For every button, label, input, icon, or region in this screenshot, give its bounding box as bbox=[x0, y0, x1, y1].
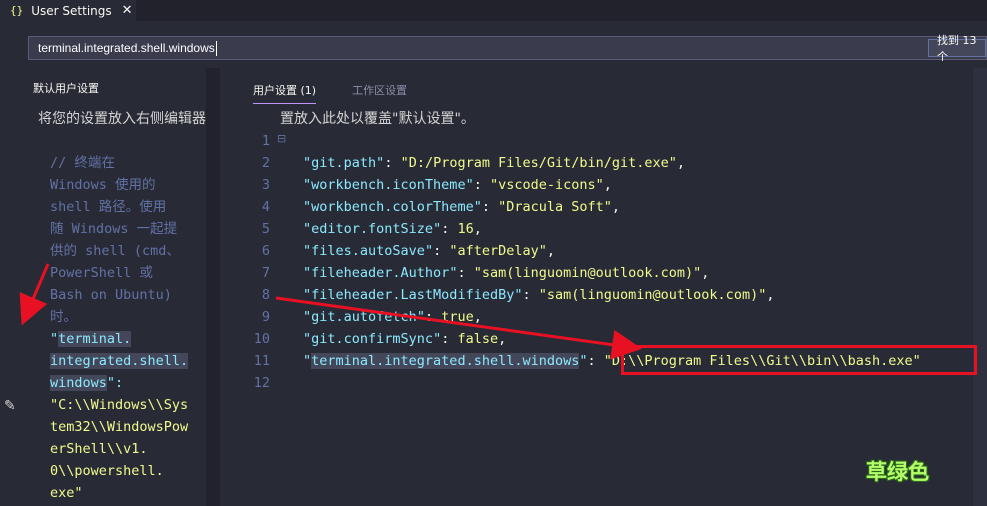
annotation-highlight-box bbox=[621, 345, 977, 375]
default-key-line: windows": bbox=[50, 375, 124, 391]
setting-line: "git.autofetch": true, bbox=[303, 309, 482, 325]
line-number: 9 bbox=[261, 309, 270, 325]
editor-tab-bar: {} User Settings ✕ bbox=[0, 0, 987, 21]
brace-line bbox=[303, 130, 921, 152]
empty-line bbox=[303, 372, 921, 394]
search-value: terminal.integrated.shell.windows bbox=[38, 41, 215, 55]
default-settings-hint: 将您的设置放入右侧编辑器 bbox=[38, 111, 206, 127]
user-settings-pane: 用户设置 (1) 工作区设置 置放入此处以覆盖"默认设置"。 1 2 3 4 5… bbox=[220, 68, 987, 506]
comment-line: Bash on Ubuntu) bbox=[50, 287, 172, 303]
line-number: 5 bbox=[261, 221, 270, 237]
setting-line: "fileheader.LastModifiedBy": "sam(linguo… bbox=[303, 287, 775, 303]
line-number: 6 bbox=[261, 243, 270, 259]
default-settings-header: 默认用户设置 bbox=[33, 82, 99, 95]
line-number: 8 bbox=[261, 287, 270, 303]
line-number: 11 bbox=[253, 353, 270, 369]
fold-icon[interactable]: ⊟ bbox=[277, 132, 286, 145]
highlighted-key-part: windows bbox=[50, 375, 107, 391]
comment-line: 供的 shell (cmd、 bbox=[50, 243, 180, 259]
line-number: 10 bbox=[253, 331, 270, 347]
comment-line: shell 路径。使用 bbox=[50, 199, 167, 215]
comment-line: // 终端在 bbox=[50, 155, 115, 171]
close-icon[interactable]: ✕ bbox=[122, 3, 133, 18]
tab-title: User Settings bbox=[31, 3, 112, 18]
comment-line: 时。 bbox=[50, 309, 77, 325]
watermark-text: 草绿色 bbox=[866, 460, 929, 484]
highlighted-key-part: integrated.shell. bbox=[50, 353, 189, 369]
default-key-line: "terminal. bbox=[50, 331, 132, 347]
setting-line: "git.path": "D:/Program Files/Git/bin/gi… bbox=[303, 155, 686, 171]
comment-line: 随 Windows 一起提 bbox=[50, 221, 178, 237]
line-number-gutter: 1 2 3 4 5 6 7 8 9 10 11 12 bbox=[240, 130, 270, 394]
search-result-count: 找到 13 个 bbox=[928, 34, 986, 63]
setting-line: "fileheader.Author": "sam(linguomin@outl… bbox=[303, 265, 710, 281]
settings-search-input[interactable]: terminal.integrated.shell.windows 找到 13 … bbox=[28, 34, 987, 63]
default-value-line: exe" bbox=[50, 485, 83, 501]
default-setting-code: // 终端在 Windows 使用的 shell 路径。使用 随 Windows… bbox=[50, 152, 210, 504]
edit-pencil-icon[interactable]: ✎ bbox=[4, 398, 16, 414]
default-value-line: tem32\\WindowsPow bbox=[50, 419, 189, 435]
default-value-line: "C:\\Windows\\Sys bbox=[50, 397, 189, 413]
tab-user-settings[interactable]: {} User Settings ✕ bbox=[0, 0, 136, 21]
tab-user-settings-scope[interactable]: 用户设置 (1) bbox=[253, 82, 317, 104]
tab-workspace-settings[interactable]: 工作区设置 bbox=[352, 82, 407, 104]
setting-line: "editor.fontSize": 16, bbox=[303, 221, 482, 237]
default-key-line: integrated.shell. bbox=[50, 350, 210, 372]
comment-line: PowerShell 或 bbox=[50, 265, 153, 281]
user-settings-hint: 置放入此处以覆盖"默认设置"。 bbox=[280, 111, 475, 127]
default-settings-pane: 默认用户设置 将您的设置放入右侧编辑器 // 终端在 Windows 使用的 s… bbox=[0, 68, 208, 506]
comment-line: Windows 使用的 bbox=[50, 177, 156, 193]
line-number: 7 bbox=[261, 265, 270, 281]
default-value-line: erShell\\v1. bbox=[50, 441, 148, 457]
highlighted-key-part: terminal. bbox=[58, 331, 132, 347]
text-caret bbox=[215, 40, 217, 56]
setting-line: "workbench.iconTheme": "vscode-icons", bbox=[303, 177, 612, 193]
line-number: 2 bbox=[261, 155, 270, 171]
default-value-line: 0\\powershell. bbox=[50, 463, 164, 479]
pane-divider[interactable] bbox=[206, 68, 220, 506]
line-number: 4 bbox=[261, 199, 270, 215]
line-number: 12 bbox=[253, 375, 270, 391]
json-file-icon: {} bbox=[10, 4, 24, 17]
vertical-scrollbar[interactable] bbox=[973, 68, 987, 506]
setting-line: "files.autoSave": "afterDelay", bbox=[303, 243, 556, 259]
line-number: 3 bbox=[261, 177, 270, 193]
setting-line: "workbench.colorTheme": "Dracula Soft", bbox=[303, 199, 621, 215]
settings-scope-tabs: 用户设置 (1) 工作区设置 bbox=[253, 82, 443, 104]
line-number: 1 bbox=[261, 133, 270, 149]
